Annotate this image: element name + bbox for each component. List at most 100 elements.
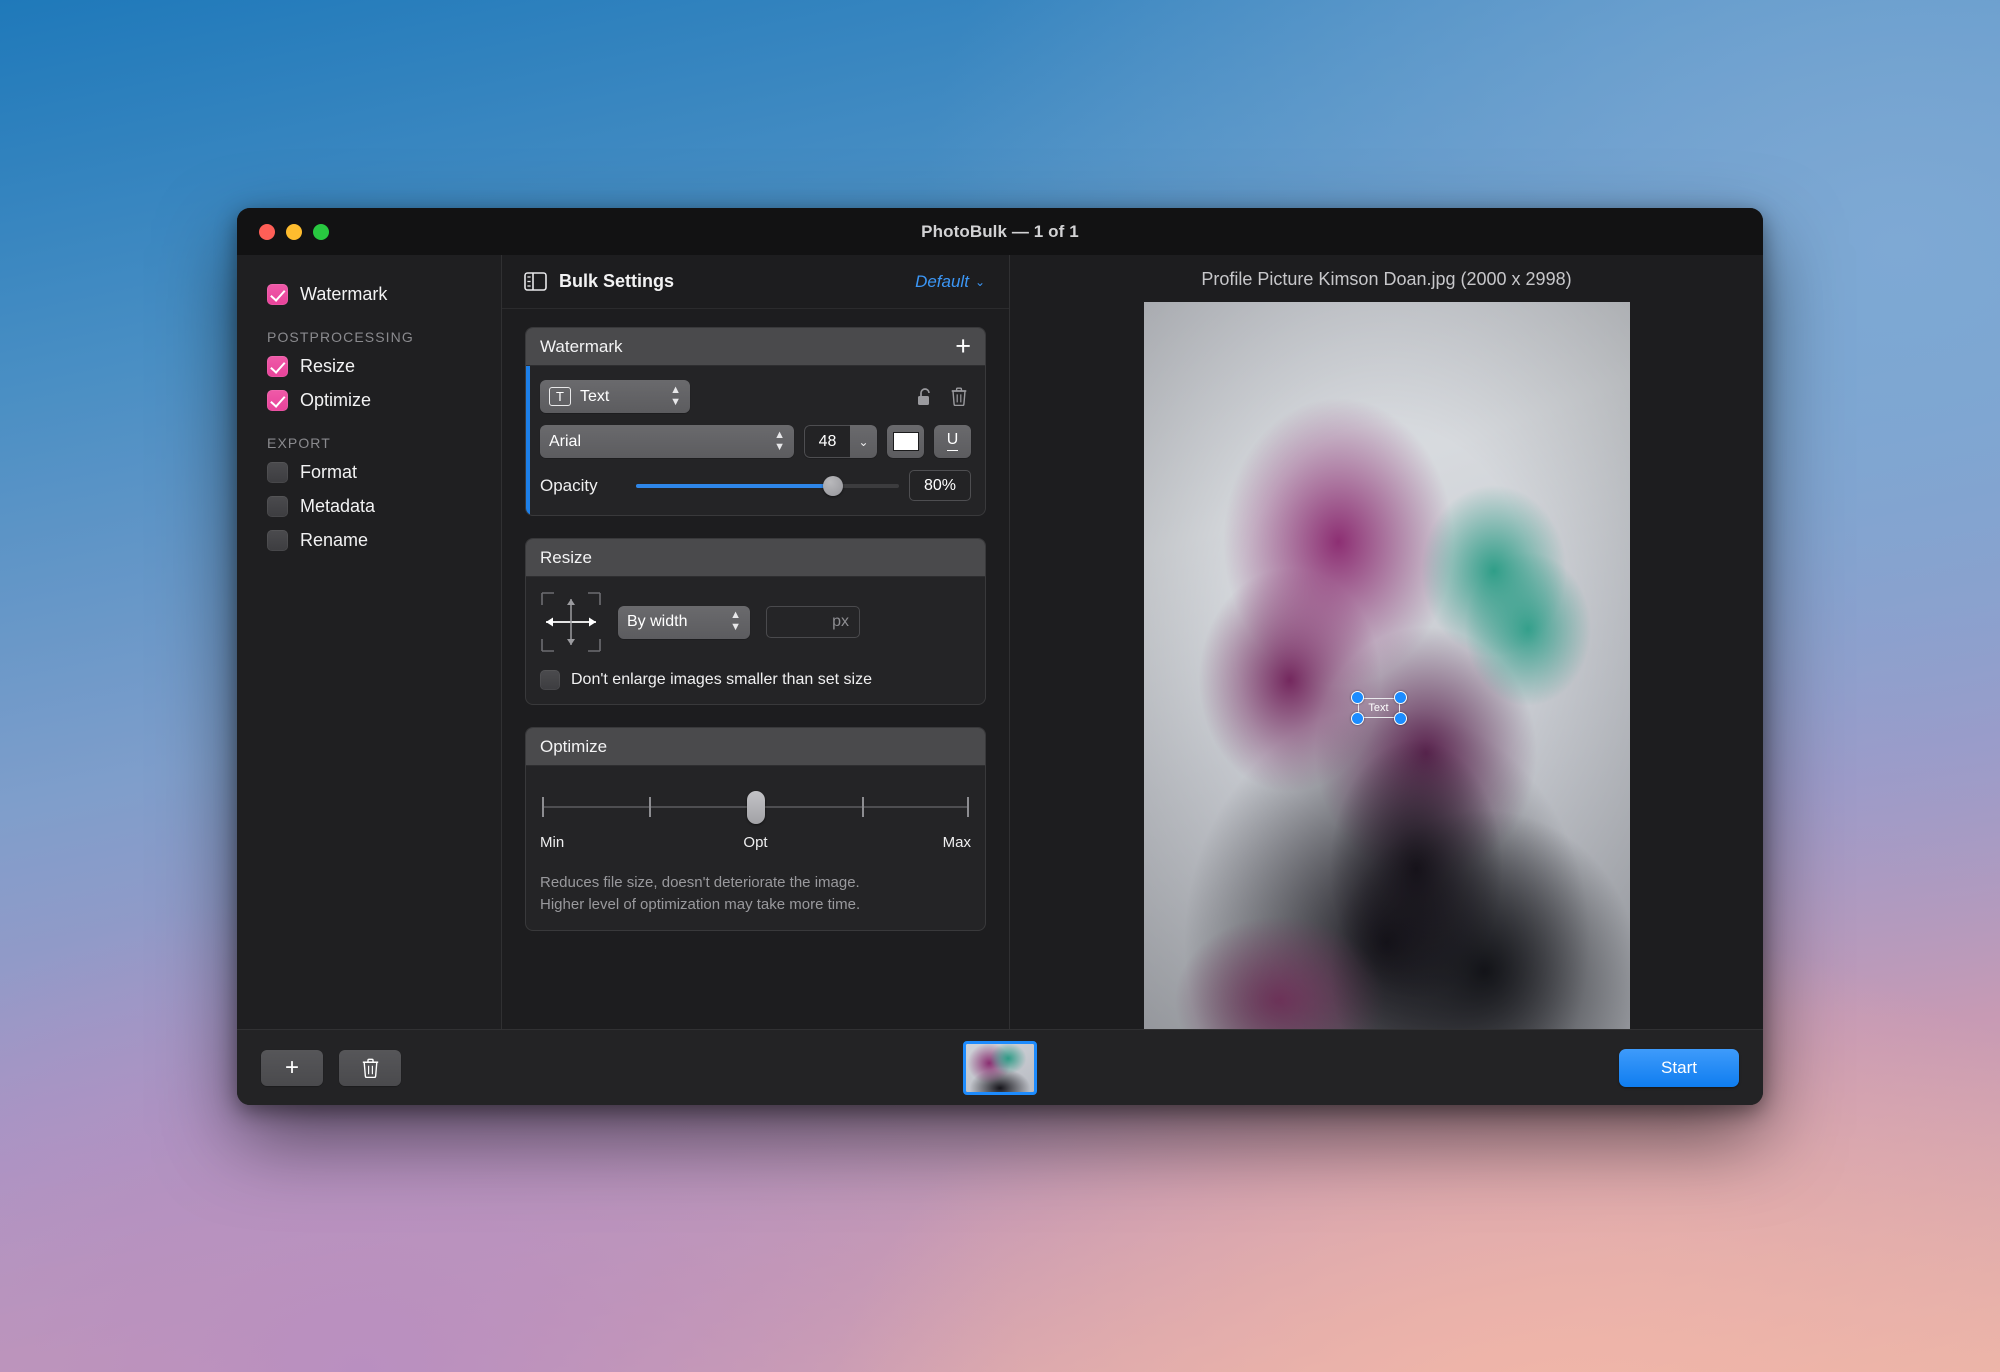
preset-dropdown[interactable]: Default ⌄ <box>915 272 985 292</box>
updown-chevrons-icon: ▲▼ <box>716 610 741 633</box>
sidebar-panel-icon <box>524 272 547 291</box>
slider-knob[interactable] <box>823 476 843 496</box>
remove-files-button[interactable] <box>339 1050 401 1086</box>
px-placeholder: px <box>832 613 849 631</box>
preview-photo <box>1144 302 1630 1029</box>
footer-toolbar: + Start <box>237 1029 1763 1105</box>
slider-thumb[interactable] <box>747 791 765 824</box>
optimize-note-line-1: Reduces file size, doesn't deteriorate t… <box>540 872 971 894</box>
resize-card-title: Resize <box>540 548 592 568</box>
minimize-button[interactable] <box>286 224 302 240</box>
resize-mode-select[interactable]: By width ▲▼ <box>618 606 750 639</box>
slider-tick <box>649 797 651 817</box>
optimize-card: Optimize Mi <box>525 727 986 931</box>
optimize-card-title: Optimize <box>540 737 607 757</box>
resize-checkbox[interactable] <box>267 356 288 377</box>
watermark-type-row: T Text ▲▼ <box>540 380 971 413</box>
window-title: PhotoBulk — 1 of 1 <box>237 222 1763 242</box>
updown-chevrons-icon: ▲▼ <box>656 385 681 408</box>
dont-enlarge-checkbox[interactable] <box>540 670 560 690</box>
dont-enlarge-label: Don't enlarge images smaller than set si… <box>571 671 872 689</box>
watermark-text-box[interactable]: Text <box>1358 698 1400 718</box>
optimize-card-body: Min Opt Max Reduces file size, doesn't d… <box>526 766 985 930</box>
font-size-value[interactable]: 48 <box>804 425 850 458</box>
start-button[interactable]: Start <box>1619 1049 1739 1087</box>
sidebar-item-rename[interactable]: Rename <box>237 523 501 557</box>
optimize-checkbox[interactable] <box>267 390 288 411</box>
resize-arrows-icon <box>540 591 602 653</box>
watermark-card-body: T Text ▲▼ <box>526 366 985 515</box>
sidebar-item-metadata[interactable]: Metadata <box>237 489 501 523</box>
opacity-value-field[interactable]: 80% <box>909 470 971 501</box>
resize-handle-top-right[interactable] <box>1394 691 1407 704</box>
chevron-down-icon[interactable]: ⌄ <box>850 425 877 458</box>
resize-dimension-input[interactable]: px <box>766 606 860 638</box>
add-watermark-button[interactable]: + <box>955 333 971 360</box>
chevron-down-icon: ⌄ <box>975 275 985 289</box>
optimization-level-slider[interactable] <box>542 788 969 834</box>
page-title: Bulk Settings <box>559 271 674 292</box>
photobulk-window: PhotoBulk — 1 of 1 Watermark POSTPROCESS… <box>237 208 1763 1105</box>
watermark-checkbox[interactable] <box>267 284 288 305</box>
sidebar-item-watermark[interactable]: Watermark <box>237 277 501 311</box>
updown-chevrons-icon: ▲▼ <box>760 430 785 453</box>
preview-file-label: Profile Picture Kimson Doan.jpg (2000 x … <box>1201 269 1571 290</box>
underline-label: U <box>947 432 959 451</box>
resize-handle-top-left[interactable] <box>1351 691 1364 704</box>
trash-icon[interactable] <box>947 384 971 410</box>
sidebar-group-header-export: EXPORT <box>237 417 501 455</box>
close-button[interactable] <box>259 224 275 240</box>
unlocked-padlock-icon[interactable] <box>913 384 937 410</box>
settings-scroll-area: Watermark + T Text ▲▼ <box>502 309 1009 1029</box>
optimize-min-label: Min <box>540 834 564 851</box>
settings-panel: Bulk Settings Default ⌄ Watermark + <box>502 255 1010 1029</box>
font-family-select[interactable]: Arial ▲▼ <box>540 425 794 458</box>
text-type-icon: T <box>549 387 571 406</box>
slider-tick <box>862 797 864 817</box>
traffic-light-buttons <box>259 224 329 240</box>
optimize-note-line-2: Higher level of optimization may take mo… <box>540 894 971 916</box>
slider-fill <box>636 484 833 488</box>
sidebar-item-format[interactable]: Format <box>237 455 501 489</box>
format-checkbox[interactable] <box>267 462 288 483</box>
slider-tick <box>542 797 544 817</box>
watermark-font-row: Arial ▲▼ 48 ⌄ U <box>540 425 971 458</box>
watermark-selection-overlay[interactable]: Text <box>1358 698 1400 718</box>
sidebar-item-label: Rename <box>300 530 368 551</box>
resize-card: Resize <box>525 538 986 705</box>
resize-handle-bottom-left[interactable] <box>1351 712 1364 725</box>
window-titlebar[interactable]: PhotoBulk — 1 of 1 <box>237 208 1763 255</box>
add-files-button[interactable]: + <box>261 1050 323 1086</box>
dont-enlarge-row[interactable]: Don't enlarge images smaller than set si… <box>540 670 971 690</box>
optimize-description: Reduces file size, doesn't deteriorate t… <box>540 872 971 916</box>
resize-card-header: Resize <box>526 539 985 577</box>
zoom-button[interactable] <box>313 224 329 240</box>
sidebar-item-optimize[interactable]: Optimize <box>237 383 501 417</box>
preview-image-container[interactable]: Text <box>1144 302 1630 1029</box>
text-color-swatch[interactable] <box>887 425 924 458</box>
color-chip <box>893 432 919 451</box>
thumbnail-image <box>966 1044 1034 1092</box>
resize-mode-row: By width ▲▼ px <box>540 591 971 653</box>
optimize-card-header: Optimize <box>526 728 985 766</box>
sidebar-item-resize[interactable]: Resize <box>237 349 501 383</box>
font-family-value: Arial <box>549 433 581 451</box>
optimize-opt-label: Opt <box>743 834 767 851</box>
resize-handle-bottom-right[interactable] <box>1394 712 1407 725</box>
watermark-type-select[interactable]: T Text ▲▼ <box>540 380 690 413</box>
trash-icon <box>362 1058 379 1078</box>
thumbnail-item[interactable] <box>963 1041 1037 1095</box>
sidebar-item-label: Watermark <box>300 284 387 305</box>
rename-checkbox[interactable] <box>267 530 288 551</box>
photo-vignette <box>1144 302 1630 1029</box>
sidebar: Watermark POSTPROCESSING Resize Optimize… <box>237 255 502 1029</box>
metadata-checkbox[interactable] <box>267 496 288 517</box>
slider-tick <box>967 797 969 817</box>
preview-panel: Profile Picture Kimson Doan.jpg (2000 x … <box>1010 255 1763 1029</box>
opacity-slider[interactable] <box>636 476 899 496</box>
underline-button[interactable]: U <box>934 425 971 458</box>
font-size-stepper[interactable]: 48 ⌄ <box>804 425 877 458</box>
preset-label: Default <box>915 272 969 292</box>
sidebar-item-label: Metadata <box>300 496 375 517</box>
watermark-card-title: Watermark <box>540 337 623 357</box>
